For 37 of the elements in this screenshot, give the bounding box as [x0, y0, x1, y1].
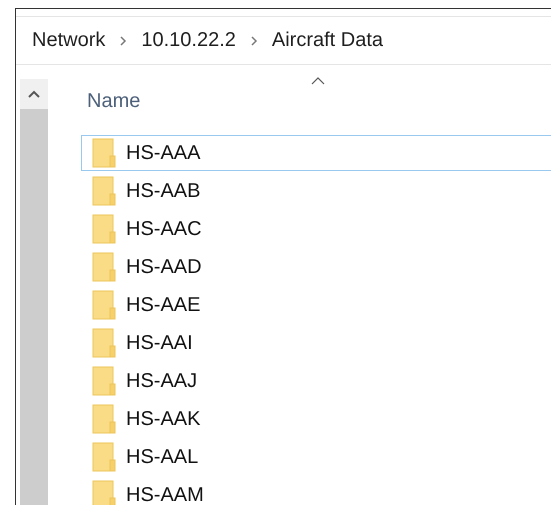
folder-name: HS-AAM: [126, 484, 204, 505]
folder-row[interactable]: HS-AAE: [81, 287, 551, 323]
folder-icon: [92, 214, 116, 244]
folder-icon: [92, 290, 116, 320]
folder-name: HS-AAE: [126, 294, 200, 316]
folder-icon: [92, 366, 116, 396]
folder-icon: [92, 404, 116, 434]
folder-name: HS-AAK: [126, 408, 200, 430]
folder-name: HS-AAJ: [126, 370, 198, 392]
folder-row[interactable]: HS-AAL: [81, 439, 551, 475]
folder-icon: [92, 442, 116, 472]
breadcrumb-item[interactable]: Aircraft Data: [272, 29, 384, 52]
folder-row[interactable]: HS-AAD: [81, 249, 551, 285]
folder-row[interactable]: HS-AAI: [81, 325, 551, 361]
chevron-right-icon: [119, 36, 128, 46]
folder-row[interactable]: HS-AAC: [81, 211, 551, 247]
folder-name: HS-AAI: [126, 332, 193, 354]
folder-name: HS-AAD: [126, 256, 202, 278]
column-header[interactable]: Name: [87, 90, 140, 113]
folder-icon: [92, 252, 116, 282]
chevron-right-icon: [250, 36, 258, 46]
folder-name: HS-AAA: [126, 142, 200, 164]
folder-icon: [92, 176, 116, 206]
folder-row[interactable]: HS-AAM: [81, 477, 551, 505]
folder-name: HS-AAB: [126, 180, 200, 202]
folder-name: HS-AAC: [126, 218, 202, 240]
folder-name: HS-AAL: [126, 446, 198, 468]
breadcrumb-item[interactable]: 10.10.22.2: [141, 29, 236, 52]
breadcrumb-item[interactable]: Network: [32, 29, 106, 52]
folder-icon: [92, 138, 116, 168]
folder-row[interactable]: HS-AAK: [81, 401, 551, 437]
folder-row[interactable]: HS-AAA: [81, 135, 551, 171]
folder-icon: [92, 480, 116, 505]
folder-icon: [92, 328, 116, 358]
caret-up-icon: [28, 90, 40, 98]
folder-row[interactable]: HS-AAB: [81, 173, 551, 209]
folder-row[interactable]: HS-AAJ: [81, 363, 551, 399]
